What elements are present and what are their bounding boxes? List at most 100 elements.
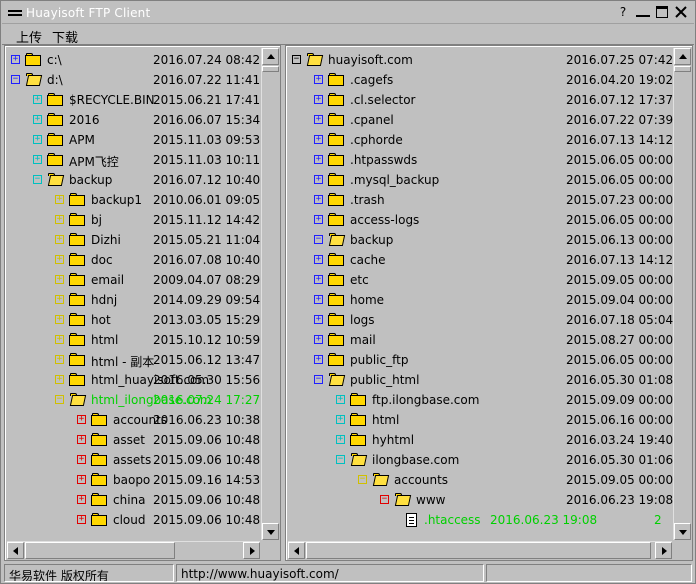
expand-icon[interactable]: + xyxy=(314,215,323,224)
expand-icon[interactable]: + xyxy=(77,455,86,464)
tree-row[interactable]: − html_ilongbase.com 2016.07.24 17:27 xyxy=(5,390,260,410)
tree-row[interactable]: + .trash 2015.07.23 00:00 xyxy=(286,190,673,210)
tree-row[interactable]: + hyhtml 2016.03.24 19:40 xyxy=(286,430,673,450)
help-button[interactable]: ? xyxy=(616,5,630,19)
maximize-icon[interactable] xyxy=(656,6,668,18)
tree-row[interactable]: + html 2015.10.12 10:59 xyxy=(5,330,260,350)
remote-file-tree[interactable]: − huayisoft.com 2016.07.25 07:42 + .cagefs 20… xyxy=(285,45,693,561)
expand-icon[interactable]: + xyxy=(77,495,86,504)
expand-icon[interactable]: + xyxy=(314,175,323,184)
expand-icon[interactable]: + xyxy=(55,215,64,224)
collapse-icon[interactable]: − xyxy=(358,475,367,484)
expand-icon[interactable]: + xyxy=(33,95,42,104)
scroll-left-button[interactable] xyxy=(7,542,24,559)
tree-row[interactable]: + APM飞控 2015.11.03 10:11 xyxy=(5,150,260,170)
tree-row[interactable]: + doc 2016.07.08 10:40 xyxy=(5,250,260,270)
expand-icon[interactable]: + xyxy=(33,155,42,164)
expand-icon[interactable]: + xyxy=(77,475,86,484)
tree-row[interactable]: + .mysql_backup 2015.06.05 00:00 xyxy=(286,170,673,190)
tree-row[interactable]: + baopo 2015.09.16 14:53 xyxy=(5,470,260,490)
tree-row[interactable]: + email 2009.04.07 08:29 xyxy=(5,270,260,290)
close-icon[interactable] xyxy=(674,5,688,19)
hscroll-thumb[interactable] xyxy=(25,542,175,559)
collapse-icon[interactable]: − xyxy=(380,495,389,504)
system-menu-icon[interactable] xyxy=(8,10,22,16)
scroll-down-button[interactable] xyxy=(674,523,691,540)
expand-icon[interactable]: + xyxy=(314,95,323,104)
expand-icon[interactable]: + xyxy=(55,375,64,384)
tree-row[interactable]: + asset 2015.09.06 10:48 xyxy=(5,430,260,450)
expand-icon[interactable]: + xyxy=(314,295,323,304)
expand-icon[interactable]: + xyxy=(314,135,323,144)
tree-row[interactable]: − d:\ 2016.07.22 11:41 xyxy=(5,70,260,90)
expand-icon[interactable]: + xyxy=(314,275,323,284)
tree-row[interactable]: − www 2016.06.23 19:08 xyxy=(286,490,673,510)
tree-row[interactable]: + etc 2015.09.05 00:00 xyxy=(286,270,673,290)
tree-row[interactable]: + c:\ 2016.07.24 08:42 xyxy=(5,50,260,70)
expand-icon[interactable]: + xyxy=(33,115,42,124)
tree-row[interactable]: + logs 2016.07.18 05:04 xyxy=(286,310,673,330)
expand-icon[interactable]: + xyxy=(55,235,64,244)
expand-icon[interactable]: + xyxy=(55,295,64,304)
tree-row[interactable]: − public_html 2016.05.30 01:08 xyxy=(286,370,673,390)
remote-horizontal-scrollbar[interactable] xyxy=(288,541,672,559)
tree-row[interactable]: − huayisoft.com 2016.07.25 07:42 xyxy=(286,50,673,70)
tree-row[interactable]: + assets 2015.09.06 10:48 xyxy=(5,450,260,470)
expand-icon[interactable]: + xyxy=(55,315,64,324)
collapse-icon[interactable]: − xyxy=(336,455,345,464)
scroll-up-button[interactable] xyxy=(262,48,279,65)
scroll-thumb[interactable] xyxy=(674,66,691,72)
expand-icon[interactable]: + xyxy=(336,395,345,404)
tree-row[interactable]: + backup1 2010.06.01 09:05 xyxy=(5,190,260,210)
tree-row[interactable]: + hot 2013.03.05 15:29 xyxy=(5,310,260,330)
tree-row[interactable]: − ilongbase.com 2016.05.30 01:06 xyxy=(286,450,673,470)
expand-icon[interactable]: + xyxy=(336,415,345,424)
expand-icon[interactable]: + xyxy=(55,335,64,344)
expand-icon[interactable]: + xyxy=(314,255,323,264)
scroll-thumb[interactable] xyxy=(262,66,279,72)
hscroll-thumb[interactable] xyxy=(306,542,651,559)
tree-row[interactable]: + cache 2016.07.13 14:12 xyxy=(286,250,673,270)
expand-icon[interactable]: + xyxy=(55,195,64,204)
collapse-icon[interactable]: − xyxy=(33,175,42,184)
minimize-icon[interactable] xyxy=(636,7,650,17)
expand-icon[interactable]: + xyxy=(314,335,323,344)
tree-row[interactable]: + home 2015.09.04 00:00 xyxy=(286,290,673,310)
tree-row[interactable]: + .cagefs 2016.04.20 19:02 xyxy=(286,70,673,90)
collapse-icon[interactable]: − xyxy=(11,75,20,84)
tree-row[interactable]: + access-logs 2015.06.05 00:00 xyxy=(286,210,673,230)
tree-row[interactable]: + APM 2015.11.03 09:53 xyxy=(5,130,260,150)
tree-row[interactable]: + mail 2015.08.27 00:00 xyxy=(286,330,673,350)
scroll-right-button[interactable] xyxy=(655,542,672,559)
local-vertical-scrollbar[interactable] xyxy=(261,48,279,540)
tree-row[interactable]: + .cphorde 2016.07.13 14:12 xyxy=(286,130,673,150)
tree-row[interactable]: + .htpasswds 2015.06.05 00:00 xyxy=(286,150,673,170)
expand-icon[interactable]: + xyxy=(314,355,323,364)
expand-icon[interactable]: + xyxy=(33,135,42,144)
local-horizontal-scrollbar[interactable] xyxy=(7,541,260,559)
expand-icon[interactable]: + xyxy=(77,415,86,424)
tree-row[interactable]: + Dizhi 2015.05.21 11:04 xyxy=(5,230,260,250)
expand-icon[interactable]: + xyxy=(55,275,64,284)
tree-row[interactable]: + html - 副本 2015.06.12 13:47 xyxy=(5,350,260,370)
tree-row[interactable]: + china 2015.09.06 10:48 xyxy=(5,490,260,510)
title-bar[interactable]: Huayisoft FTP Client ? xyxy=(2,2,694,24)
tree-row[interactable]: + ftp.ilongbase.com 2015.09.09 00:00 xyxy=(286,390,673,410)
remote-vertical-scrollbar[interactable] xyxy=(673,48,691,540)
tree-row[interactable]: − backup 2015.06.13 00:00 xyxy=(286,230,673,250)
expand-icon[interactable]: + xyxy=(336,435,345,444)
tree-row[interactable]: + accounts 2016.06.23 10:38 xyxy=(5,410,260,430)
collapse-icon[interactable]: − xyxy=(55,395,64,404)
scroll-left-button[interactable] xyxy=(288,542,305,559)
expand-icon[interactable]: + xyxy=(314,115,323,124)
tree-row[interactable]: − accounts 2015.09.05 00:00 xyxy=(286,470,673,490)
tree-row[interactable]: +2016 2016.06.07 15:34 xyxy=(5,110,260,130)
expand-icon[interactable]: + xyxy=(314,155,323,164)
expand-icon[interactable]: + xyxy=(77,435,86,444)
tree-row[interactable]: + .cpanel 2016.07.22 07:39 xyxy=(286,110,673,130)
expand-icon[interactable]: + xyxy=(314,195,323,204)
expand-icon[interactable]: + xyxy=(55,355,64,364)
local-file-tree[interactable]: + c:\ 2016.07.24 08:42 − d:\ 2016.07.22 11:41… xyxy=(4,45,281,561)
scroll-down-button[interactable] xyxy=(262,523,279,540)
scroll-right-button[interactable] xyxy=(243,542,260,559)
